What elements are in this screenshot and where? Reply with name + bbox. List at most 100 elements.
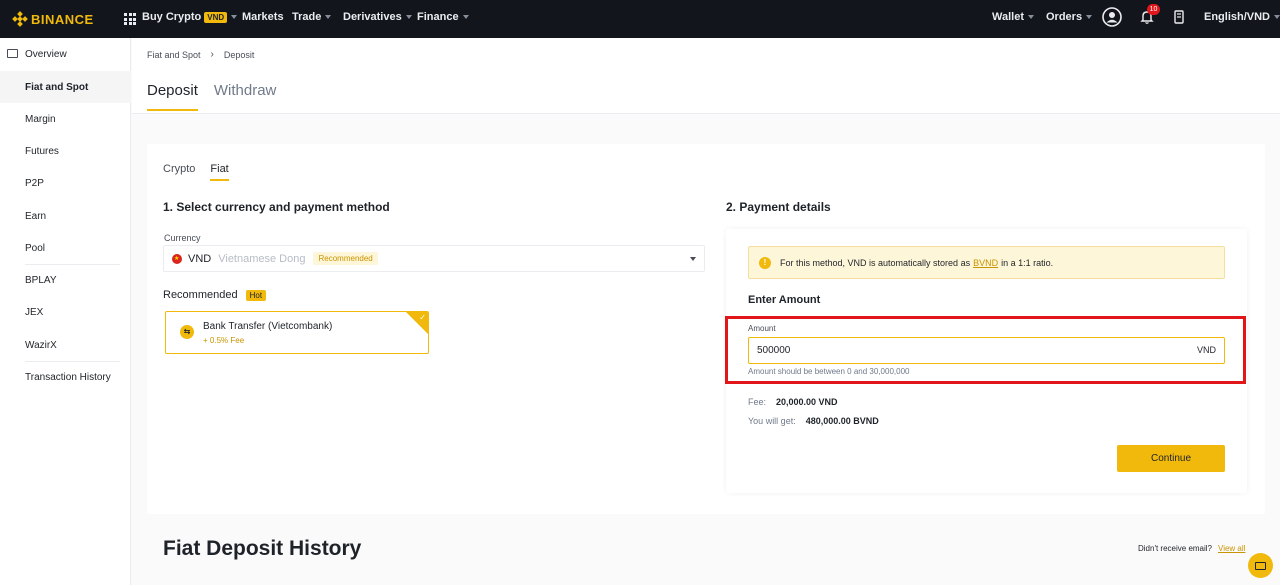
nav-orders[interactable]: Orders [1046,11,1093,23]
nav-markets-label: Markets [242,11,284,23]
step2-title: 2. Payment details [726,200,831,214]
currency-label: Currency [164,233,201,243]
chevron-down-icon [1028,15,1034,19]
chevron-down-icon [231,15,238,19]
nav-finance[interactable]: Finance [417,11,469,23]
vnd-badge: VND [204,11,228,23]
sidebar-item-label: P2P [25,177,44,189]
top-navbar: BINANCE Buy Crypto VND Markets Trade Der… [0,0,1280,38]
recommended-heading: Recommended Hot [163,289,267,301]
sidebar-item-wazirx[interactable]: WazirX [0,329,131,361]
view-all-link[interactable]: View all [1218,544,1245,553]
sidebar-item-p2p[interactable]: P2P [0,167,131,199]
sidebar: Overview Fiat and Spot Margin Futures P2… [0,38,131,585]
sidebar-item-transaction-history[interactable]: Transaction History [0,361,131,393]
notice-banner: ! For this method, VND is automatically … [748,246,1225,279]
nav-trade-label: Trade [292,11,322,23]
sidebar-item-label: Earn [25,210,47,222]
sidebar-item-pool[interactable]: Pool [0,232,131,264]
breadcrumb-fiat-and-spot[interactable]: Fiat and Spot [147,50,201,60]
sidebar-item-label: Overview [25,48,67,60]
tab-deposit[interactable]: Deposit [147,82,198,111]
step1-title: 1. Select currency and payment method [163,200,390,214]
payment-method-bank-transfer[interactable]: ⇆ Bank Transfer (Vietcombank) + 0.5% Fee… [165,311,429,354]
nav-markets[interactable]: Markets [242,11,284,23]
sidebar-item-futures[interactable]: Futures [0,135,131,167]
sidebar-item-label: Transaction History [25,371,111,383]
fee-value: 20,000.00 VND [776,397,838,407]
wallet-icon [7,49,18,58]
apps-grid-icon[interactable] [124,13,136,25]
binance-logo-icon [12,11,28,27]
currency-select[interactable]: VND Vietnamese Dong Recommended [163,245,705,272]
tab-crypto[interactable]: Crypto [163,163,195,181]
fiat-deposit-history-title: Fiat Deposit History [163,537,362,560]
amount-hint: Amount should be between 0 and 30,000,00… [748,367,910,376]
nav-trade[interactable]: Trade [292,11,332,23]
nav-orders-label: Orders [1046,11,1083,23]
currency-code: VND [188,252,212,265]
sidebar-item-margin[interactable]: Margin [0,103,131,135]
tab-withdraw[interactable]: Withdraw [214,82,277,111]
continue-button[interactable]: Continue [1117,445,1225,472]
nav-derivatives-label: Derivatives [343,11,402,23]
sidebar-item-earn[interactable]: Earn [0,200,131,232]
nav-buy-crypto[interactable]: Buy Crypto VND [142,11,238,23]
receive-row: You will get: 480,000.00 BVND [748,416,879,426]
deposit-card: Crypto Fiat 1. Select currency and payme… [147,144,1265,514]
fee-row: Fee: 20,000.00 VND [748,397,838,407]
payment-method-name: Bank Transfer (Vietcombank) [203,321,333,332]
sidebar-item-label: WazirX [25,339,57,351]
nav-derivatives[interactable]: Derivatives [343,11,412,23]
logo-text: BINANCE [31,11,94,27]
notification-count-badge: 10 [1147,4,1160,15]
check-icon: ✓ [419,313,426,322]
chevron-down-icon [325,15,332,19]
chevron-down-icon [462,15,469,19]
transfer-icon: ⇆ [180,325,194,339]
chevron-down-icon [1086,15,1093,19]
recommended-label: Recommended [163,289,238,301]
payment-method-fee: + 0.5% Fee [203,336,245,345]
crypto-fiat-tabs: Crypto Fiat [163,163,244,181]
notice-text: For this method, VND is automatically st… [780,257,971,268]
nav-wallet[interactable]: Wallet [992,11,1034,23]
sidebar-item-overview[interactable]: Overview [0,38,131,70]
notice-text-end: in a 1:1 ratio. [1001,257,1054,268]
user-avatar-icon[interactable] [1102,7,1122,27]
nav-wallet-label: Wallet [992,11,1024,23]
sidebar-item-label: Margin [25,113,56,125]
amount-label: Amount [748,324,776,333]
info-icon: ! [759,256,771,269]
deposit-withdraw-tabs: Deposit Withdraw [147,82,292,111]
sidebar-item-bplay[interactable]: BPLAY [0,264,131,296]
bvnd-link[interactable]: BVND [973,258,998,268]
sidebar-item-label: Futures [25,145,59,157]
vietnam-flag-icon [172,253,182,264]
hot-badge: Hot [245,289,267,301]
email-question: Didn't receive email? [1138,544,1213,553]
sidebar-item-label: BPLAY [25,274,57,286]
mobile-download-icon[interactable] [1174,10,1184,24]
payment-details-panel: ! For this method, VND is automatically … [726,229,1247,493]
language-currency-selector[interactable]: English/VND [1204,11,1280,23]
nav-finance-label: Finance [417,11,459,23]
sidebar-item-jex[interactable]: JEX [0,296,131,328]
recommended-badge: Recommended [313,252,378,265]
chevron-right-icon: › [210,49,214,60]
chat-icon [1255,561,1266,570]
amount-input[interactable] [748,337,1225,364]
amount-unit: VND [1197,345,1217,355]
sidebar-item-label: Fiat and Spot [25,81,89,93]
breadcrumb: Fiat and Spot › Deposit [147,49,254,60]
fee-label: Fee: [748,397,767,407]
binance-logo[interactable]: BINANCE [12,11,103,27]
chat-support-button[interactable] [1248,553,1273,578]
sidebar-item-label: Pool [25,242,46,254]
page-header: Fiat and Spot › Deposit Deposit Withdraw [132,38,1280,114]
currency-name: Vietnamese Dong [218,252,306,265]
receive-value: 480,000.00 BVND [805,416,879,426]
sidebar-item-fiat-and-spot[interactable]: Fiat and Spot [0,71,131,103]
sidebar-item-label: JEX [25,306,44,318]
tab-fiat[interactable]: Fiat [210,163,229,181]
